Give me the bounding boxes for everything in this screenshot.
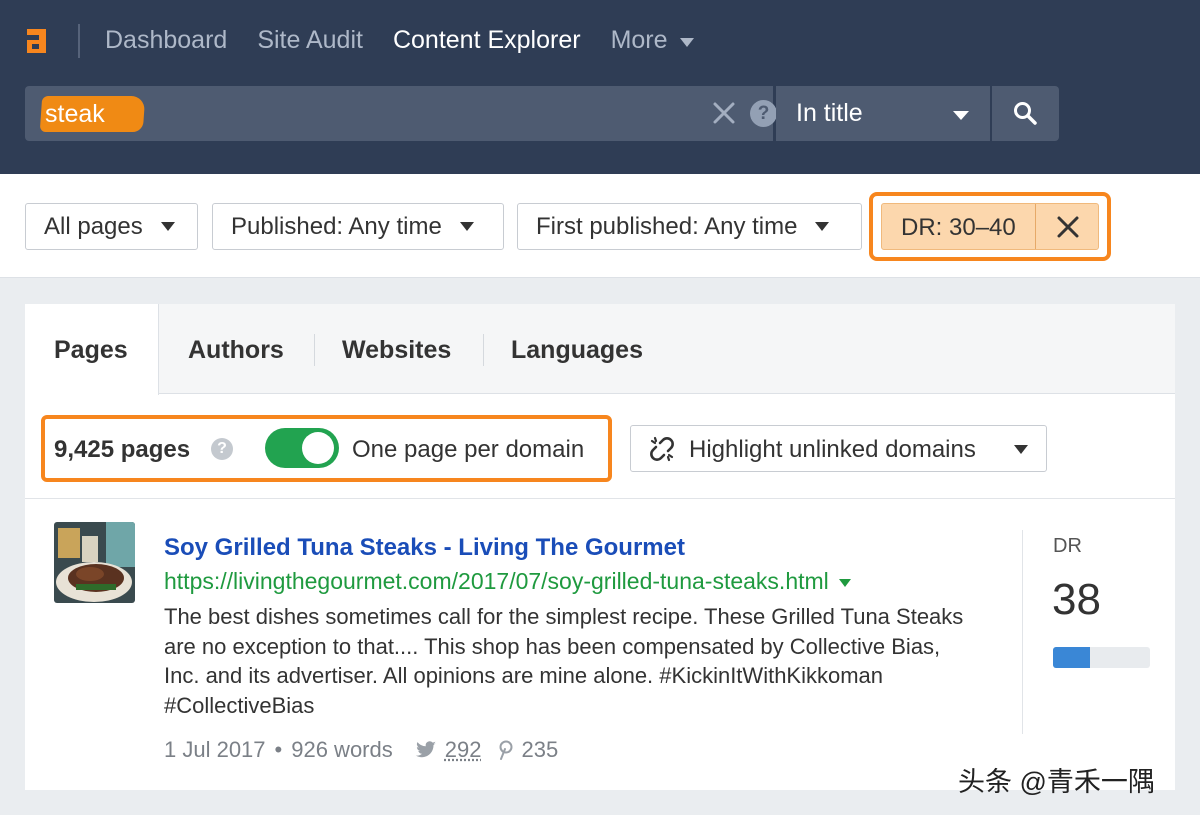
header-divider bbox=[78, 24, 80, 58]
tab-pages[interactable]: Pages bbox=[25, 304, 159, 395]
result-thumbnail[interactable] bbox=[54, 522, 135, 603]
result-description: The best dishes sometimes call for the s… bbox=[164, 604, 964, 718]
dr-chip-divider bbox=[1035, 204, 1036, 249]
all-pages-filter[interactable]: All pages bbox=[25, 203, 198, 250]
result-url[interactable]: https://livingthegourmet.com/2017/07/soy… bbox=[164, 568, 851, 595]
nav-more-label: More bbox=[610, 26, 668, 54]
close-icon[interactable] bbox=[1056, 215, 1080, 239]
first-published-label: First published: Any time bbox=[536, 212, 798, 240]
results-panel: Pages Authors Websites Languages 9,425 p… bbox=[25, 304, 1175, 790]
nav-more[interactable]: More bbox=[611, 26, 694, 55]
dr-column-divider bbox=[1022, 530, 1023, 734]
help-icon[interactable]: ? bbox=[211, 438, 233, 460]
meta-separator: • bbox=[274, 737, 283, 762]
dr-filter-chip[interactable]: DR: 30–40 bbox=[881, 203, 1099, 250]
tab-divider bbox=[314, 334, 315, 366]
pin-count: 235 bbox=[521, 737, 559, 762]
ahrefs-logo-icon[interactable] bbox=[24, 28, 50, 54]
chevron-down-icon bbox=[953, 111, 969, 120]
tab-languages[interactable]: Languages bbox=[511, 304, 643, 394]
search-mode-select[interactable]: In title bbox=[776, 86, 990, 141]
one-page-per-domain-label: One page per domain bbox=[352, 436, 585, 463]
dr-progress-bar bbox=[1053, 647, 1150, 668]
highlight-unlinked-button[interactable]: Highlight unlinked domains bbox=[630, 425, 1047, 472]
search-mode-label: In title bbox=[796, 99, 863, 127]
tweet-count[interactable]: 292 bbox=[445, 737, 482, 763]
dr-progress-fill bbox=[1053, 647, 1090, 668]
chevron-down-icon bbox=[1014, 445, 1028, 454]
dr-header: DR bbox=[1053, 535, 1082, 557]
nav-site-audit[interactable]: Site Audit bbox=[257, 26, 363, 55]
search-input[interactable] bbox=[45, 96, 645, 132]
chevron-down-icon[interactable] bbox=[838, 579, 851, 587]
results-toolbar: 9,425 pages ? One page per domain Highli… bbox=[25, 395, 1175, 499]
watermark-text: 头条 @青禾一隅 bbox=[958, 767, 1155, 797]
search-icon bbox=[1014, 102, 1037, 125]
tab-divider bbox=[483, 334, 484, 366]
pinterest-icon bbox=[499, 740, 513, 760]
help-icon[interactable]: ? bbox=[750, 100, 777, 127]
twitter-icon bbox=[415, 741, 436, 758]
dr-filter-label: DR: 30–40 bbox=[901, 214, 1016, 241]
search-button[interactable] bbox=[992, 86, 1059, 141]
nav-content-explorer[interactable]: Content Explorer bbox=[393, 26, 581, 55]
tab-bar: Pages Authors Websites Languages bbox=[25, 304, 1175, 395]
top-header: Dashboard Site Audit Content Explorer Mo… bbox=[0, 0, 1200, 174]
broken-link-icon bbox=[650, 436, 674, 462]
all-pages-label: All pages bbox=[44, 212, 143, 240]
toggle-knob bbox=[302, 432, 334, 464]
nav-dashboard[interactable]: Dashboard bbox=[105, 26, 227, 55]
chevron-down-icon bbox=[815, 222, 830, 231]
main-nav: Dashboard Site Audit Content Explorer Mo… bbox=[105, 26, 724, 55]
one-page-per-domain-toggle[interactable] bbox=[265, 428, 339, 468]
result-title-link[interactable]: Soy Grilled Tuna Steaks - Living The Gou… bbox=[164, 534, 685, 562]
first-published-filter[interactable]: First published: Any time bbox=[517, 203, 862, 250]
result-date: 1 Jul 2017 bbox=[164, 737, 266, 762]
close-icon[interactable] bbox=[711, 100, 737, 126]
results-count: 9,425 pages bbox=[54, 436, 191, 463]
result-meta: 1 Jul 2017 • 926 words 292 235 bbox=[164, 737, 558, 763]
search-box: ? bbox=[25, 86, 777, 141]
published-label: Published: Any time bbox=[231, 212, 442, 240]
published-filter[interactable]: Published: Any time bbox=[212, 203, 504, 250]
chevron-down-icon bbox=[679, 37, 694, 47]
dr-value: 38 bbox=[1052, 575, 1101, 624]
tab-authors[interactable]: Authors bbox=[188, 304, 284, 394]
highlight-unlinked-label: Highlight unlinked domains bbox=[689, 436, 976, 463]
result-word-count: 926 words bbox=[291, 737, 393, 762]
chevron-down-icon bbox=[459, 222, 474, 231]
chevron-down-icon bbox=[160, 222, 175, 231]
result-url-text: https://livingthegourmet.com/2017/07/soy… bbox=[164, 568, 829, 594]
tab-websites[interactable]: Websites bbox=[342, 304, 451, 394]
filter-bar: All pages Published: Any time First publ… bbox=[0, 174, 1200, 278]
